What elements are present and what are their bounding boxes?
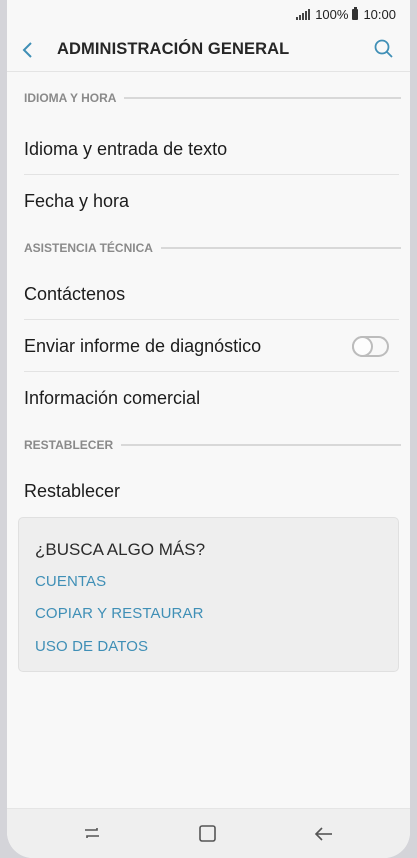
- settings-item-label: Idioma y entrada de texto: [24, 138, 228, 159]
- section-header-support: ASISTENCIA TÉCNICA: [7, 227, 410, 268]
- settings-item-label: Enviar informe de diagnóstico: [24, 335, 262, 356]
- settings-item-label: Información comercial: [24, 387, 201, 408]
- card-title: ¿BUSCA ALGO MÁS?: [35, 540, 206, 559]
- settings-item-label: Contáctenos: [24, 283, 126, 304]
- section-header-label: ASISTENCIA TÉCNICA: [24, 240, 153, 255]
- link-accounts[interactable]: CUENTAS: [35, 573, 106, 590]
- back-icon[interactable]: [313, 824, 335, 844]
- phone-screen: 100% 10:00 ADMINISTRACIÓN GENERAL IDIOMA…: [7, 0, 410, 858]
- signal-icon: [296, 8, 311, 20]
- status-bar: 100% 10:00: [7, 0, 410, 28]
- settings-item-commercial-info[interactable]: Información comercial: [7, 372, 410, 424]
- link-backup-restore[interactable]: COPIAR Y RESTAURAR: [35, 605, 204, 622]
- section-header-reset: RESTABLECER: [7, 424, 410, 465]
- app-header: ADMINISTRACIÓN GENERAL: [7, 28, 410, 72]
- settings-item-label: Fecha y hora: [24, 190, 130, 211]
- section-header-label: RESTABLECER: [24, 437, 114, 452]
- section-divider: [124, 97, 401, 99]
- settings-list: IDIOMA Y HORA Idioma y entrada de texto …: [7, 73, 410, 517]
- diagnostic-toggle[interactable]: [352, 336, 389, 357]
- link-data-usage[interactable]: USO DE DATOS: [35, 638, 148, 655]
- back-arrow-icon[interactable]: [19, 38, 39, 62]
- device-edge-left: [0, 0, 7, 858]
- status-time: 10:00: [363, 6, 396, 22]
- search-icon[interactable]: [372, 37, 396, 61]
- settings-item-reset[interactable]: Restablecer: [7, 465, 410, 517]
- section-divider: [121, 443, 401, 446]
- device-edge-right: [410, 0, 417, 858]
- looking-for-more-card: ¿BUSCA ALGO MÁS? CUENTAS COPIAR Y RESTAU…: [18, 517, 399, 672]
- section-header-label: IDIOMA Y HORA: [24, 91, 117, 105]
- page-title: ADMINISTRACIÓN GENERAL: [57, 40, 290, 58]
- battery-percent: 100%: [315, 6, 349, 22]
- section-header-language: IDIOMA Y HORA: [7, 73, 410, 123]
- navigation-bar: [7, 808, 410, 858]
- settings-item-date-time[interactable]: Fecha y hora: [7, 175, 410, 227]
- toggle-knob: [352, 336, 373, 357]
- recent-apps-icon[interactable]: [81, 824, 103, 844]
- section-divider: [160, 246, 401, 249]
- settings-item-language-input[interactable]: Idioma y entrada de texto: [7, 123, 410, 175]
- settings-item-contact-us[interactable]: Contáctenos: [7, 268, 410, 320]
- home-icon[interactable]: [197, 824, 219, 844]
- settings-item-label: Restablecer: [24, 480, 121, 501]
- battery-icon: [352, 6, 359, 20]
- settings-item-diagnostic-report[interactable]: Enviar informe de diagnóstico: [7, 320, 410, 372]
